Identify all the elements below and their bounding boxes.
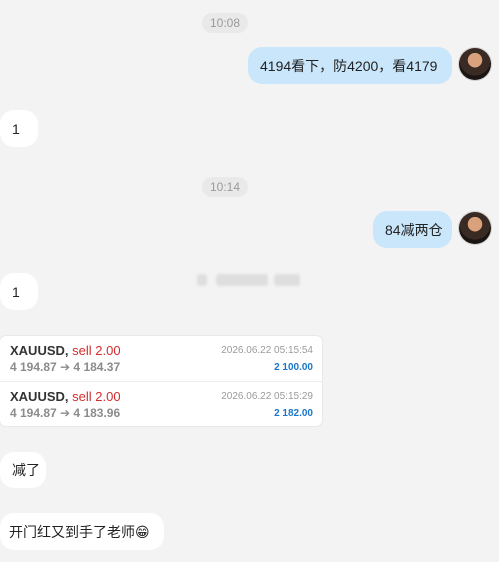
timestamp-text: 10:08 bbox=[209, 16, 241, 30]
trade-side: sell 2.00 bbox=[72, 343, 121, 358]
trade-symbol: XAUUSD, sell 2.00 bbox=[10, 389, 121, 404]
symbol-text: XAUUSD, bbox=[10, 389, 69, 404]
message-text: 减了 bbox=[12, 462, 40, 478]
redacted-block bbox=[216, 274, 268, 286]
user-avatar[interactable] bbox=[459, 212, 491, 244]
outgoing-message-2[interactable]: 84减两仓 bbox=[373, 211, 452, 248]
trade-row[interactable]: XAUUSD, sell 2.00 4 194.87 ➔ 4 184.37 20… bbox=[0, 336, 322, 381]
symbol-text: XAUUSD, bbox=[10, 343, 69, 358]
incoming-message-4[interactable]: 开门红又到手了老师😁 bbox=[0, 513, 164, 550]
incoming-message-2[interactable]: 1 bbox=[0, 273, 38, 310]
timestamp-2: 10:14 bbox=[202, 177, 248, 197]
outgoing-message-1[interactable]: 4194看下，防4200，看4179 bbox=[248, 47, 452, 84]
user-avatar[interactable] bbox=[459, 48, 491, 80]
message-text: 1 bbox=[12, 120, 20, 137]
trade-datetime: 2026.06.22 05:15:29 bbox=[221, 391, 313, 402]
message-text: 84减两仓 bbox=[385, 221, 443, 238]
trade-profit: 2 100.00 bbox=[274, 362, 313, 373]
trade-history-card[interactable]: XAUUSD, sell 2.00 4 194.87 ➔ 4 184.37 20… bbox=[0, 336, 322, 426]
trade-symbol: XAUUSD, sell 2.00 bbox=[10, 343, 121, 358]
trade-row[interactable]: XAUUSD, sell 2.00 4 194.87 ➔ 4 183.96 20… bbox=[0, 381, 322, 426]
redacted-block bbox=[197, 274, 207, 286]
incoming-message-3[interactable]: 减了 bbox=[0, 452, 46, 488]
timestamp-text: 10:14 bbox=[209, 180, 241, 194]
trade-profit: 2 182.00 bbox=[274, 408, 313, 419]
trade-prices: 4 194.87 ➔ 4 184.37 bbox=[10, 360, 121, 374]
redacted-block bbox=[274, 274, 300, 286]
message-text: 4194看下，防4200，看4179 bbox=[260, 57, 438, 74]
trade-datetime: 2026.06.22 05:15:54 bbox=[221, 345, 313, 356]
timestamp-1: 10:08 bbox=[202, 13, 248, 33]
incoming-message-1[interactable]: 1 bbox=[0, 110, 38, 147]
message-text: 1 bbox=[12, 283, 20, 300]
trade-side: sell 2.00 bbox=[72, 389, 121, 404]
message-text: 开门红又到手了老师😁 bbox=[9, 523, 150, 540]
trade-prices: 4 194.87 ➔ 4 183.96 bbox=[10, 406, 121, 420]
